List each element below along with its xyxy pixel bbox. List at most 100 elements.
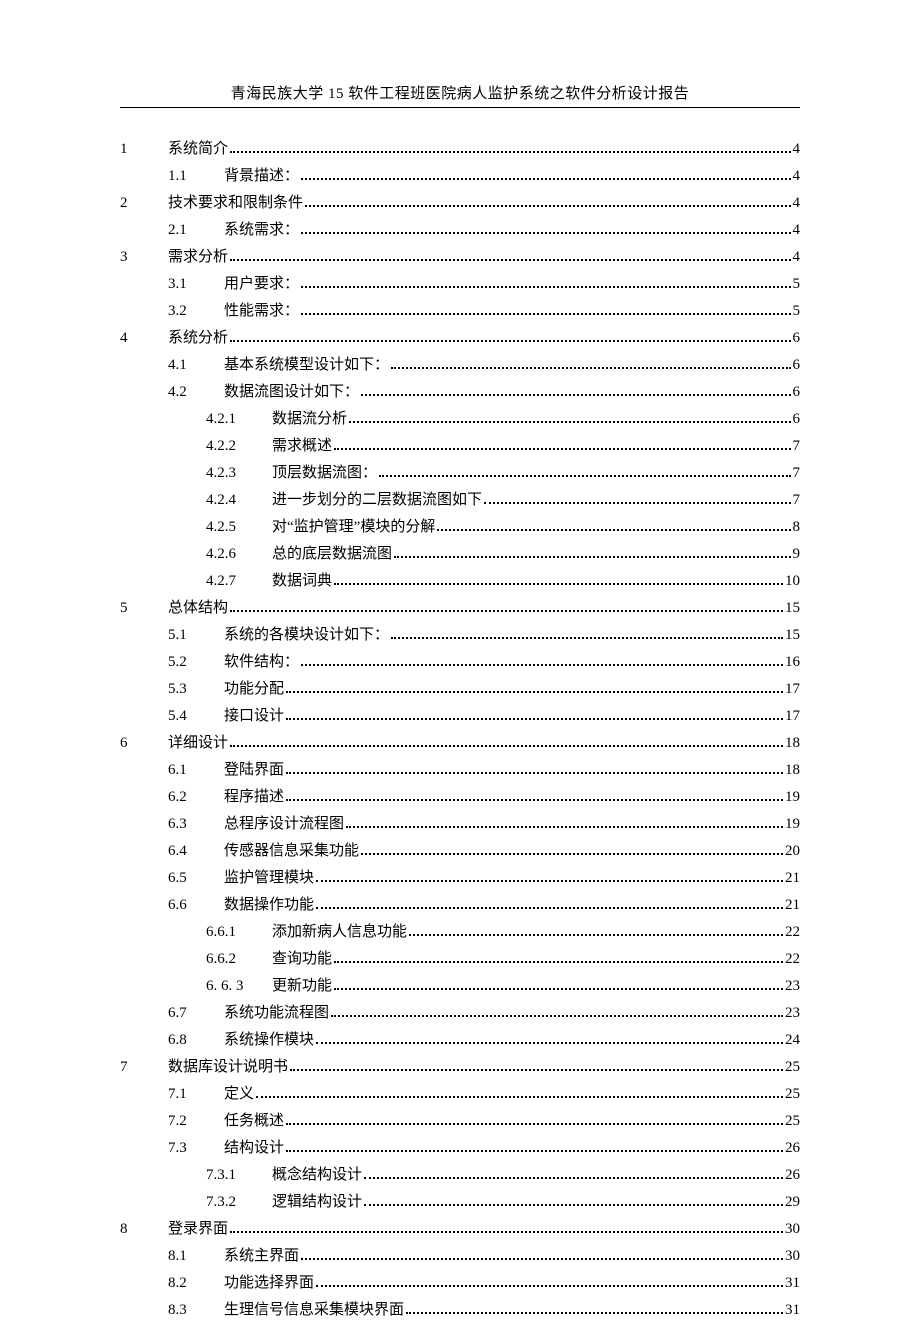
- toc-row[interactable]: 6.6数据操作功能21: [120, 892, 800, 919]
- toc-page-number: 21: [785, 865, 800, 892]
- toc-page-number: 30: [785, 1216, 800, 1243]
- toc-number: 8.3: [168, 1297, 200, 1324]
- toc-title: 结构设计: [224, 1135, 284, 1162]
- toc-number: 7.2: [168, 1108, 200, 1135]
- toc-row[interactable]: 1.1背景描述：4: [120, 163, 800, 190]
- toc-page-number: 7: [793, 433, 801, 460]
- toc-page-number: 7: [793, 487, 801, 514]
- toc-title: 需求概述: [272, 433, 332, 460]
- toc-number: 1: [120, 136, 168, 163]
- toc-row[interactable]: 5.1系统的各模块设计如下：15: [120, 622, 800, 649]
- toc-title: 程序描述: [224, 784, 284, 811]
- toc-row[interactable]: 8.3生理信号信息采集模块界面31: [120, 1297, 800, 1324]
- toc-title: 背景描述：: [224, 163, 299, 190]
- toc-row[interactable]: 7数据库设计说明书25: [120, 1054, 800, 1081]
- toc-row[interactable]: 2.1系统需求：4: [120, 217, 800, 244]
- toc-number: 3.1: [168, 271, 200, 298]
- toc-row[interactable]: 6.1登陆界面18: [120, 757, 800, 784]
- document-page: 青海民族大学 15 软件工程班医院病人监护系统之软件分析设计报告 1系统简介41…: [0, 0, 920, 1302]
- toc-row[interactable]: 4.2.5对“监护管理”模块的分解8: [120, 514, 800, 541]
- toc-title: 系统的各模块设计如下：: [224, 622, 389, 649]
- toc-title: 数据流图设计如下：: [224, 379, 359, 406]
- toc-number: 4.2.3: [206, 460, 254, 487]
- toc-title: 总体结构: [168, 595, 228, 622]
- toc-number: 6.6.1: [206, 919, 254, 946]
- toc-row[interactable]: 7.1定义25: [120, 1081, 800, 1108]
- toc-leader-dots: [316, 880, 783, 882]
- toc-row[interactable]: 4.2.1数据流分析6: [120, 406, 800, 433]
- toc-row[interactable]: 7.2任务概述25: [120, 1108, 800, 1135]
- toc-page-number: 26: [785, 1135, 800, 1162]
- toc-number: 7.3.2: [206, 1189, 254, 1216]
- toc-row[interactable]: 4.2数据流图设计如下：6: [120, 379, 800, 406]
- toc-row[interactable]: 3需求分析4: [120, 244, 800, 271]
- toc-number: 5.4: [168, 703, 200, 730]
- toc-row[interactable]: 7.3.2逻辑结构设计29: [120, 1189, 800, 1216]
- toc-title: 系统需求：: [224, 217, 299, 244]
- toc-row[interactable]: 2技术要求和限制条件4: [120, 190, 800, 217]
- toc-row[interactable]: 4系统分析6: [120, 325, 800, 352]
- toc-page-number: 5: [793, 298, 801, 325]
- toc-row[interactable]: 3.2性能需求：5: [120, 298, 800, 325]
- header-rule: [120, 107, 800, 108]
- toc-number: 6.4: [168, 838, 200, 865]
- toc-row[interactable]: 7.3.1概念结构设计26: [120, 1162, 800, 1189]
- toc-row[interactable]: 4.2.7数据词典10: [120, 568, 800, 595]
- toc-leader-dots: [230, 1231, 783, 1233]
- toc-row[interactable]: 5.4接口设计17: [120, 703, 800, 730]
- toc-row[interactable]: 6详细设计 18: [120, 730, 800, 757]
- toc-page-number: 17: [785, 676, 800, 703]
- toc-number: 7.3: [168, 1135, 200, 1162]
- toc-row[interactable]: 8.2功能选择界面31: [120, 1270, 800, 1297]
- toc-title: 更新功能: [272, 973, 332, 1000]
- toc-number: 6: [120, 730, 168, 757]
- toc-row[interactable]: 6.4传感器信息采集功能20: [120, 838, 800, 865]
- toc-row[interactable]: 5总体结构15: [120, 595, 800, 622]
- toc-number: 7.3.1: [206, 1162, 254, 1189]
- toc-row[interactable]: 4.2.4进一步划分的二层数据流图如下7: [120, 487, 800, 514]
- toc-number: 6.3: [168, 811, 200, 838]
- toc-row[interactable]: 4.2.2需求概述7: [120, 433, 800, 460]
- toc-leader-dots: [361, 394, 790, 396]
- toc-row[interactable]: 4.1基本系统模型设计如下：6: [120, 352, 800, 379]
- toc-row[interactable]: 5.2软件结构：16: [120, 649, 800, 676]
- toc-row[interactable]: 8登录界面30: [120, 1216, 800, 1243]
- toc-row[interactable]: 3.1 用户要求： 5: [120, 271, 800, 298]
- toc-row[interactable]: 1系统简介4: [120, 136, 800, 163]
- toc-leader-dots: [409, 934, 783, 936]
- toc-title: 详细设计: [168, 730, 228, 757]
- toc-title: 接口设计: [224, 703, 284, 730]
- toc-title: 总的底层数据流图: [272, 541, 392, 568]
- toc-row[interactable]: 6.8系统操作模块24: [120, 1027, 800, 1054]
- toc-leader-dots: [256, 1096, 783, 1098]
- toc-page-number: 4: [793, 136, 801, 163]
- toc-row[interactable]: 7.3 结构设计 26: [120, 1135, 800, 1162]
- toc-title: 总程序设计流程图: [224, 811, 344, 838]
- toc-row[interactable]: 8.1系统主界面30: [120, 1243, 800, 1270]
- toc-row[interactable]: 6.5监护管理模块21: [120, 865, 800, 892]
- toc-page-number: 4: [793, 163, 801, 190]
- toc-page-number: 30: [785, 1243, 800, 1270]
- toc-leader-dots: [230, 610, 783, 612]
- toc-row[interactable]: 5.3功能分配17: [120, 676, 800, 703]
- toc-row[interactable]: 6.2程序描述19: [120, 784, 800, 811]
- toc-row[interactable]: 6.6.2查询功能22: [120, 946, 800, 973]
- toc-leader-dots: [406, 1312, 783, 1314]
- toc-page-number: 18: [785, 730, 800, 757]
- toc-title: 登录界面: [168, 1216, 228, 1243]
- toc-page-number: 5: [793, 271, 801, 298]
- toc-row[interactable]: 6. 6. 3更新功能23: [120, 973, 800, 1000]
- toc-leader-dots: [334, 583, 783, 585]
- toc-row[interactable]: 6.7系统功能流程图23: [120, 1000, 800, 1027]
- toc-title: 数据库设计说明书: [168, 1054, 288, 1081]
- toc-leader-dots: [316, 1042, 783, 1044]
- toc-row[interactable]: 6.3总程序设计流程图19: [120, 811, 800, 838]
- toc-row[interactable]: 4.2.6总的底层数据流图9: [120, 541, 800, 568]
- toc-title: 用户要求：: [224, 271, 299, 298]
- toc-row[interactable]: 4.2.3顶层数据流图：7: [120, 460, 800, 487]
- toc-number: 7.1: [168, 1081, 200, 1108]
- toc-leader-dots: [391, 367, 790, 369]
- toc-row[interactable]: 6.6.1添加新病人信息功能22: [120, 919, 800, 946]
- toc-number: 4.2.6: [206, 541, 254, 568]
- toc-title: 基本系统模型设计如下：: [224, 352, 389, 379]
